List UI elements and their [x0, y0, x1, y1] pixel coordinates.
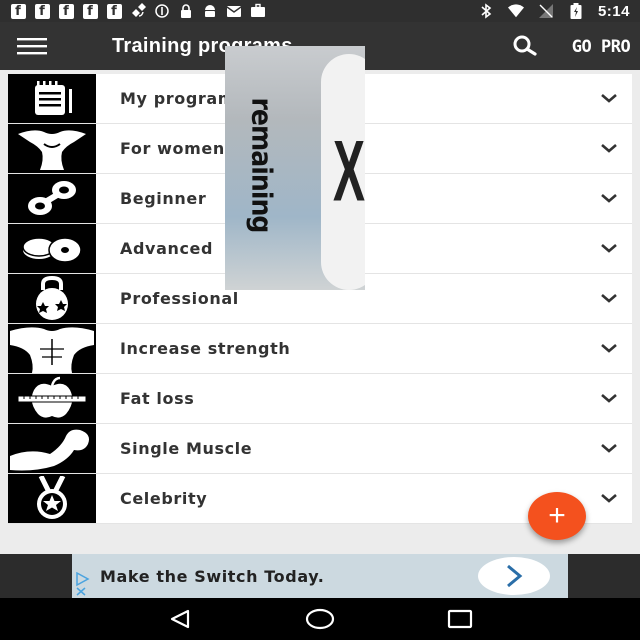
chevron-down-icon — [601, 344, 617, 353]
app-screen: f f f f f 5:14 Training programs GO PRO … — [0, 0, 640, 640]
list-item-label: Fat loss — [120, 389, 195, 408]
system-icons: 5:14 — [478, 3, 630, 20]
ad-text: Make the Switch Today. — [100, 566, 325, 586]
list-item-label: Single Muscle — [120, 439, 253, 458]
flexed-arm-icon — [8, 424, 96, 473]
back-icon — [170, 609, 190, 629]
hamburger-icon — [17, 38, 47, 55]
list-item-label: Advanced — [120, 239, 214, 258]
home-icon — [305, 608, 335, 630]
lock-icon — [178, 3, 194, 19]
facebook-notification-icon: f — [34, 3, 50, 19]
home-button[interactable] — [305, 604, 335, 634]
chevron-down-icon — [601, 194, 617, 203]
recents-icon — [447, 609, 473, 629]
notification-icons: f f f f f — [10, 3, 266, 19]
search-button[interactable] — [510, 32, 540, 62]
system-navigation-bar — [0, 598, 640, 640]
facebook-notification-icon: f — [58, 3, 74, 19]
kettlebell-icon — [8, 274, 96, 323]
chevron-down-icon — [601, 244, 617, 253]
torso-icon — [8, 324, 96, 373]
weight-plates-icon — [8, 224, 96, 273]
notebook-icon — [8, 74, 96, 123]
overlay-text: remaining — [245, 97, 279, 233]
chevron-right-icon — [507, 564, 523, 588]
status-time: 5:14 — [597, 2, 630, 20]
chevron-down-icon — [601, 294, 617, 303]
menu-button[interactable] — [0, 22, 64, 70]
dumbbell-icon — [8, 174, 96, 223]
list-item[interactable]: Single Muscle — [8, 424, 632, 474]
close-icon: X — [332, 124, 365, 220]
plus-icon: + — [548, 499, 566, 532]
facebook-notification-icon: f — [106, 3, 122, 19]
ad-choices-icon[interactable] — [74, 572, 92, 596]
overlay-close-button[interactable]: X — [321, 54, 365, 290]
ad-banner[interactable]: Make the Switch Today. — [72, 554, 568, 598]
list-item-label: Increase strength — [120, 339, 291, 358]
bluetooth-icon — [478, 3, 494, 19]
wifi-icon — [507, 3, 524, 19]
list-item-label: For women — [120, 139, 225, 158]
go-pro-button[interactable]: GO PRO — [570, 34, 632, 60]
overlay-popup[interactable]: remaining X — [225, 46, 365, 290]
android-icon — [202, 3, 218, 19]
sync-icon — [154, 3, 170, 19]
ad-arrow-button[interactable] — [478, 557, 550, 595]
facebook-notification-icon: f — [82, 3, 98, 19]
briefcase-icon — [250, 3, 266, 19]
chevron-down-icon — [601, 144, 617, 153]
list-item-label: Professional — [120, 289, 239, 308]
chevron-down-icon — [601, 94, 617, 103]
back-button[interactable] — [165, 604, 195, 634]
chevron-down-icon — [601, 394, 617, 403]
add-program-button[interactable]: + — [528, 492, 586, 540]
facebook-notification-icon: f — [10, 3, 26, 19]
woman-body-icon — [8, 124, 96, 173]
no-signal-icon — [538, 3, 554, 19]
list-item[interactable]: Increase strength — [8, 324, 632, 374]
chevron-down-icon — [601, 494, 617, 503]
mail-icon — [226, 3, 242, 19]
apple-tape-icon — [8, 374, 96, 423]
list-item-label: Celebrity — [120, 489, 208, 508]
status-bar: f f f f f 5:14 — [0, 0, 640, 22]
search-icon — [513, 35, 537, 56]
list-item-label: Beginner — [120, 189, 207, 208]
medal-icon — [8, 474, 96, 523]
recents-button[interactable] — [445, 604, 475, 634]
chevron-down-icon — [601, 444, 617, 453]
battery-icon — [568, 3, 584, 19]
satellite-icon — [130, 3, 146, 19]
list-item[interactable]: Fat loss — [8, 374, 632, 424]
